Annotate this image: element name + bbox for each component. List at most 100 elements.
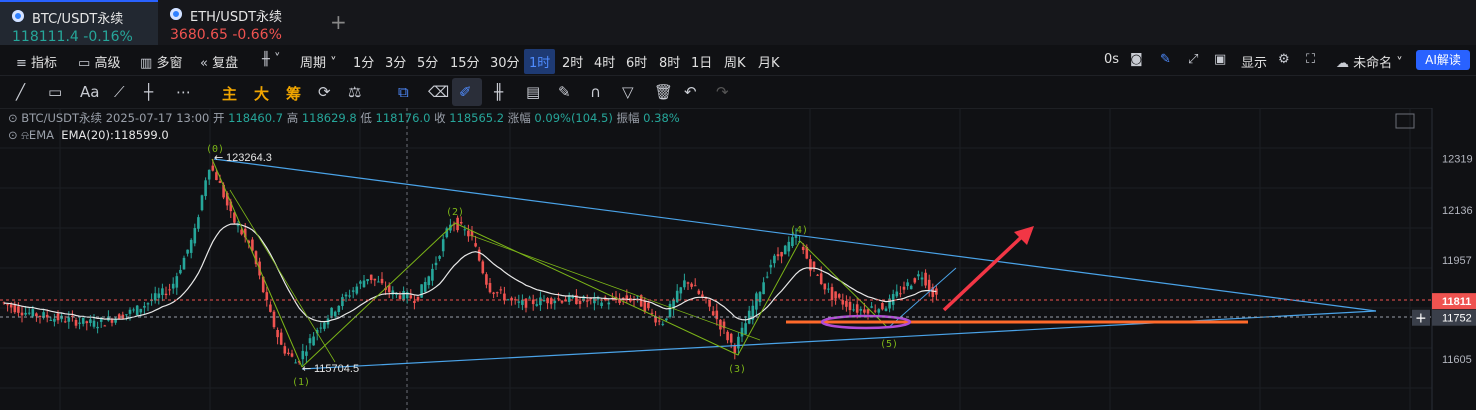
camera-icon[interactable]: ◙ <box>1130 52 1143 67</box>
multi-window-button[interactable]: ▥ 多窗 <box>140 52 182 71</box>
interval-30m[interactable]: 30分 <box>490 52 520 71</box>
chips-button[interactable]: 筹 <box>286 83 301 104</box>
candle-body <box>503 293 506 301</box>
candle-body <box>431 268 434 281</box>
advanced-button[interactable]: ▭ 高级 <box>78 52 120 71</box>
tab-title: BTC/USDT永续 <box>12 8 158 27</box>
candle-body <box>711 311 715 316</box>
candle-body <box>31 309 35 317</box>
display-button[interactable]: 显示 <box>1241 52 1267 71</box>
candle-body <box>305 351 308 356</box>
copy-icon[interactable]: ⧉ <box>398 83 409 101</box>
ruler-icon[interactable]: ⚖ <box>348 83 361 101</box>
candle-body <box>56 313 60 321</box>
note-icon[interactable]: ✎ <box>558 83 571 101</box>
candle-tool-icon[interactable]: ╫ <box>494 83 503 101</box>
filter-icon[interactable]: ▽ <box>622 83 634 101</box>
high-value: 118629.8 <box>301 111 357 125</box>
text-tool-icon[interactable]: Aa <box>80 83 99 101</box>
candle-body <box>585 300 589 302</box>
big-order-button[interactable]: 大 <box>254 83 269 104</box>
rewind-icon: « <box>200 56 208 71</box>
wave-label: (4) <box>790 225 808 236</box>
undo-icon[interactable]: ↶ <box>684 83 697 101</box>
collapse-icon[interactable]: ⊙ <box>8 128 18 142</box>
wave-line <box>454 222 739 356</box>
eraser-icon[interactable]: ⌫ <box>428 83 449 101</box>
indicators-button[interactable]: ≡ 指标 <box>16 52 57 71</box>
collapse-icon[interactable]: ⊙ <box>8 111 18 125</box>
candle-body <box>495 292 499 294</box>
redo-icon[interactable]: ↷ <box>716 83 729 101</box>
fullscreen-icon[interactable]: ⛶ <box>1306 52 1315 67</box>
interval-6h[interactable]: 6时 <box>626 52 647 71</box>
candle-body <box>164 293 168 296</box>
coin-icon <box>12 10 24 22</box>
interval-1d[interactable]: 1日 <box>691 52 712 71</box>
candle-body <box>719 319 722 330</box>
indicators-label: 指标 <box>31 56 58 71</box>
more-tools-icon[interactable]: ⋯ <box>176 83 191 101</box>
interval-5m[interactable]: 5分 <box>417 52 438 71</box>
interval-1h[interactable]: 1时 <box>524 49 556 74</box>
horizontal-line-icon[interactable]: ┼ <box>144 83 153 101</box>
drawing-toolbar: ╱ ▭ Aa ⟋ ┼ ⋯ 主 大 筹 ⟳ ⚖ ⧉ ⌫ ✐ ╫ ▤ ✎ ∩ ▽ 🗑… <box>0 76 1476 109</box>
popout-icon[interactable]: ⤢ <box>1188 52 1198 67</box>
period-button[interactable]: 周期 ˅ <box>300 52 337 71</box>
interval-4h[interactable]: 4时 <box>594 52 615 71</box>
interval-8h[interactable]: 8时 <box>659 52 680 71</box>
interval-15m[interactable]: 15分 <box>450 52 480 71</box>
candle-body <box>557 298 560 300</box>
candle-body <box>125 314 128 316</box>
interval-2h[interactable]: 2时 <box>562 52 583 71</box>
candle-body <box>269 304 272 312</box>
add-tab-icon[interactable]: + <box>330 10 347 34</box>
change-value: 0.09%(104.5) <box>534 111 613 125</box>
candle-body <box>492 292 495 294</box>
candle-body <box>791 237 794 247</box>
candle-body <box>294 362 297 364</box>
candle-body <box>74 319 78 326</box>
candle-body <box>189 239 193 253</box>
price-chart[interactable]: (0)(1)(2)(3)(4)(5)123264.3←115704.5←1231… <box>0 108 1476 410</box>
candle-body <box>801 246 805 251</box>
amplitude-value: 0.38% <box>643 111 680 125</box>
ai-interpret-button[interactable]: AI解读 <box>1416 50 1470 70</box>
layout-name-button[interactable]: ☁ 未命名 ˅ <box>1336 52 1403 71</box>
brush-tool-icon[interactable]: ⟋ <box>114 83 125 101</box>
candle-body <box>834 291 837 299</box>
sync-icon[interactable]: ⟳ <box>318 83 331 101</box>
candle-body <box>92 320 96 327</box>
interval-3m[interactable]: 3分 <box>385 52 406 71</box>
candle-body <box>13 305 17 313</box>
clipboard-icon[interactable]: ▤ <box>526 83 540 101</box>
line-tool-icon[interactable]: ╱ <box>16 83 25 101</box>
trash-icon[interactable]: 🗑 <box>654 83 673 101</box>
bell-icon[interactable]: ⍾ <box>21 128 29 142</box>
y-axis-tick-label: 12136 <box>1442 205 1473 217</box>
candle-body <box>157 293 161 298</box>
candle-body <box>218 180 222 183</box>
tab-eth[interactable]: ETH/USDT永续 3680.65 -0.66% <box>158 0 318 45</box>
rectangle-tool-icon[interactable]: ▭ <box>48 83 62 101</box>
gear-icon[interactable]: ⚙ <box>1278 52 1290 67</box>
interval-1m[interactable]: 1分 <box>353 52 374 71</box>
candle-body <box>830 287 834 301</box>
candle-body <box>812 261 816 269</box>
pencil-icon[interactable]: ✎ <box>1160 52 1171 67</box>
candle-body <box>906 282 909 287</box>
main-force-button[interactable]: 主 <box>222 83 237 104</box>
save-icon[interactable]: ▣ <box>1214 52 1226 67</box>
candle-body <box>81 317 85 324</box>
interval-1mo[interactable]: 月K <box>758 52 780 71</box>
magnet-icon[interactable]: ∩ <box>590 83 601 101</box>
tab-btc[interactable]: BTC/USDT永续 118111.4 -0.16% <box>0 0 158 45</box>
interval-1w[interactable]: 周K <box>724 52 746 71</box>
replay-button[interactable]: « 复盘 <box>200 52 238 71</box>
magic-draw-icon[interactable]: ✐ <box>459 83 472 101</box>
chart-type-button[interactable]: ╫ ˅ <box>262 52 280 67</box>
candle-body <box>733 345 737 353</box>
candle-body <box>823 283 827 290</box>
candle-body <box>171 283 175 289</box>
advanced-icon: ▭ <box>78 56 91 71</box>
